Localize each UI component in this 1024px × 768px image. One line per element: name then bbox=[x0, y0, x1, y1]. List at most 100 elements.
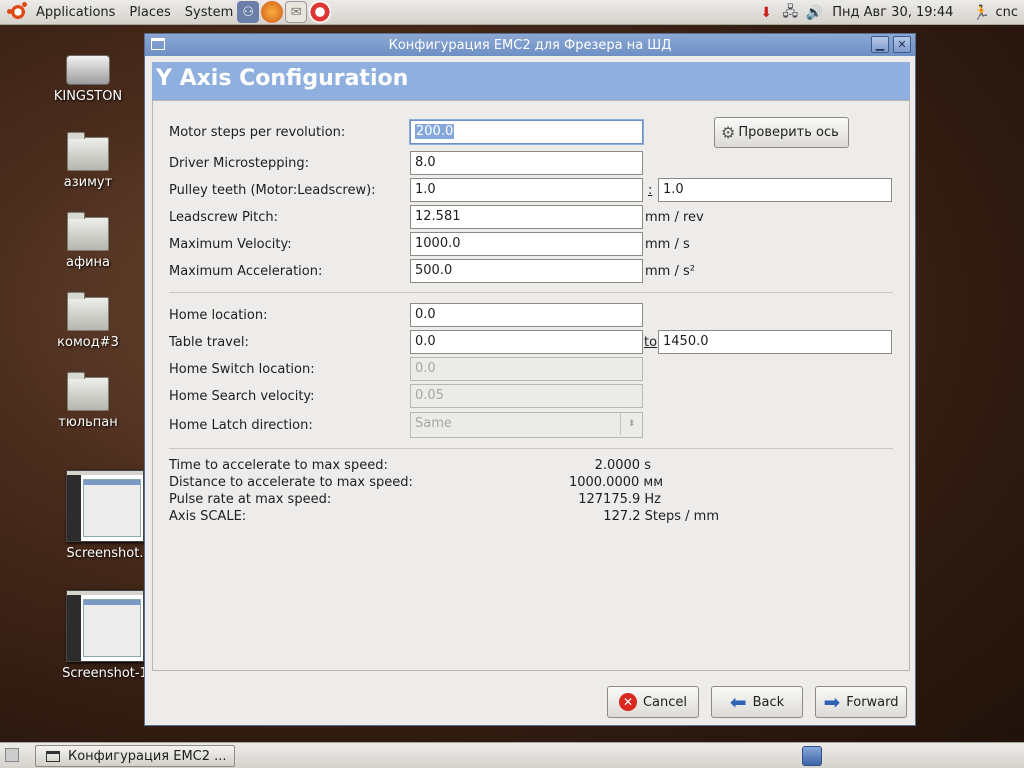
max-velocity-unit: mm / s bbox=[645, 237, 690, 252]
table-travel-to: to bbox=[644, 335, 658, 350]
separator bbox=[169, 448, 893, 449]
trash-icon[interactable] bbox=[802, 746, 822, 766]
desktop-icon-label: тюльпан bbox=[58, 415, 118, 430]
cancel-label: Cancel bbox=[642, 694, 688, 710]
config-window: Конфигурация EMC2 для Фрезера на ШД ▁ ✕ … bbox=[144, 33, 916, 726]
home-location-input[interactable]: 0.0 bbox=[410, 303, 643, 327]
taskbar-window-label: Конфигурация EMC2 ... bbox=[68, 748, 227, 764]
test-axis-button[interactable]: ⚙ Проверить ось bbox=[714, 117, 849, 148]
folder-icon bbox=[67, 292, 109, 331]
max-accel-label: Maximum Acceleration: bbox=[169, 264, 323, 279]
stat-label: Pulse rate at max speed: bbox=[169, 492, 332, 507]
desktop-icon-folder[interactable]: афина bbox=[28, 212, 148, 270]
home-search-label: Home Search velocity: bbox=[169, 389, 315, 404]
firefox-icon[interactable] bbox=[261, 1, 284, 23]
desktop-icon-folder[interactable]: азимут bbox=[28, 132, 148, 190]
arrow-left-icon: ⬅ bbox=[729, 690, 747, 714]
back-button[interactable]: ⬅ Back bbox=[711, 686, 803, 718]
desktop-icon-label: афина bbox=[66, 255, 110, 270]
user-name[interactable]: cnc bbox=[995, 5, 1018, 20]
drive-icon bbox=[66, 55, 110, 85]
axis-config-panel: Motor steps per revolution: 200.0 ⚙ Пров… bbox=[152, 100, 910, 671]
max-accel-input[interactable]: 500.0 bbox=[410, 259, 643, 283]
table-travel-max-input[interactable]: 1450.0 bbox=[658, 330, 892, 354]
separator bbox=[169, 292, 893, 293]
system-tray: ⬇ 🖧 🔊 Пнд Авг 30, 19:44 🏃 cnc bbox=[752, 0, 1018, 25]
screenshot-thumbnail-icon bbox=[66, 590, 144, 662]
folder-icon bbox=[67, 212, 109, 251]
motor-steps-value: 200.0 bbox=[415, 124, 455, 139]
volume-icon[interactable]: 🔊 bbox=[804, 3, 824, 23]
gears-icon: ⚙ bbox=[721, 123, 736, 142]
screenshot-thumbnail-icon bbox=[66, 470, 144, 542]
motor-steps-label: Motor steps per revolution: bbox=[169, 125, 346, 140]
max-velocity-input[interactable]: 1000.0 bbox=[410, 232, 643, 256]
cancel-icon: ✕ bbox=[618, 693, 637, 711]
section-title: Y Axis Configuration bbox=[152, 62, 910, 100]
max-velocity-label: Maximum Velocity: bbox=[169, 237, 292, 252]
stat-label: Distance to accelerate to max speed: bbox=[169, 475, 413, 490]
pulley-separator: : bbox=[648, 183, 653, 198]
home-latch-label: Home Latch direction: bbox=[169, 418, 313, 433]
clock[interactable]: Пнд Авг 30, 19:44 bbox=[832, 5, 953, 20]
home-location-label: Home location: bbox=[169, 308, 268, 323]
taskbar-window-button[interactable]: Конфигурация EMC2 ... bbox=[35, 745, 235, 767]
pulley-motor-input[interactable]: 1.0 bbox=[410, 178, 643, 202]
stat-value: 127.2 Steps / mm bbox=[603, 509, 719, 524]
menu-places[interactable]: Places bbox=[129, 5, 170, 20]
home-switch-label: Home Switch location: bbox=[169, 362, 315, 377]
leadscrew-unit: mm / rev bbox=[645, 210, 704, 225]
desktop-icon-label: комод#3 bbox=[57, 335, 119, 350]
home-latch-value: Same bbox=[415, 416, 452, 431]
home-latch-select[interactable]: Same ⬍ bbox=[410, 412, 643, 438]
home-switch-input[interactable]: 0.0 bbox=[410, 357, 643, 381]
desktop-icon-label: азимут bbox=[63, 175, 113, 190]
show-desktop-icon[interactable] bbox=[5, 748, 19, 762]
stat-value: 1000.0000 мм bbox=[568, 475, 663, 490]
stat-value: 2.0000 s bbox=[594, 458, 651, 473]
ubuntu-logo-icon[interactable] bbox=[7, 2, 28, 22]
menu-system[interactable]: System bbox=[185, 5, 233, 20]
microstepping-label: Driver Microstepping: bbox=[169, 156, 309, 171]
stat-label: Time to accelerate to max speed: bbox=[169, 458, 388, 473]
folder-icon bbox=[67, 132, 109, 171]
back-label: Back bbox=[752, 694, 785, 710]
motor-steps-input[interactable]: 200.0 bbox=[410, 120, 643, 144]
updown-arrow-icon: ⬍ bbox=[620, 413, 642, 435]
network-disconnected-icon[interactable]: 🖧 bbox=[780, 3, 800, 23]
network-launcher-icon[interactable]: ⚇ bbox=[237, 1, 260, 23]
leadscrew-label: Leadscrew Pitch: bbox=[169, 210, 279, 225]
stat-label: Axis SCALE: bbox=[169, 509, 247, 524]
window-menu-icon[interactable] bbox=[151, 38, 165, 50]
table-travel-label: Table travel: bbox=[169, 335, 249, 350]
update-notifier-icon[interactable]: ⬇ bbox=[756, 3, 776, 23]
window-titlebar[interactable]: Конфигурация EMC2 для Фрезера на ШД ▁ ✕ bbox=[145, 34, 915, 56]
desktop-icon-folder[interactable]: тюльпан bbox=[28, 372, 148, 430]
menu-applications[interactable]: Applications bbox=[36, 5, 115, 20]
table-travel-min-input[interactable]: 0.0 bbox=[410, 330, 643, 354]
pulley-label: Pulley teeth (Motor:Leadscrew): bbox=[169, 183, 376, 198]
test-axis-label: Проверить ось bbox=[738, 125, 839, 140]
desktop-icon-label: KINGSTON bbox=[53, 89, 123, 104]
mail-icon[interactable]: ✉ bbox=[285, 1, 308, 23]
folder-icon bbox=[67, 372, 109, 411]
window-title: Конфигурация EMC2 для Фрезера на ШД bbox=[388, 37, 672, 53]
forward-label: Forward bbox=[846, 694, 899, 710]
cancel-button[interactable]: ✕ Cancel bbox=[607, 686, 699, 718]
desktop-icon-kingston[interactable]: KINGSTON bbox=[28, 55, 148, 104]
microstepping-input[interactable]: 8.0 bbox=[410, 151, 643, 175]
close-button[interactable]: ✕ bbox=[893, 36, 911, 53]
top-panel: Applications Places System ⚇ ✉ ⬇ 🖧 🔊 Пнд… bbox=[0, 0, 1024, 25]
forward-button[interactable]: ➡ Forward bbox=[815, 686, 907, 718]
home-search-input[interactable]: 0.05 bbox=[410, 384, 643, 408]
bottom-panel: Конфигурация EMC2 ... bbox=[0, 742, 1024, 768]
pulley-leadscrew-input[interactable]: 1.0 bbox=[658, 178, 892, 202]
max-accel-unit: mm / s² bbox=[645, 264, 695, 279]
help-lifebuoy-icon[interactable] bbox=[309, 1, 332, 23]
user-switcher-icon[interactable]: 🏃 bbox=[971, 3, 991, 23]
desktop-icon-folder[interactable]: комод#3 bbox=[28, 292, 148, 350]
minimize-button[interactable]: ▁ bbox=[871, 36, 889, 53]
stat-value: 127175.9 Hz bbox=[578, 492, 661, 507]
leadscrew-input[interactable]: 12.581 bbox=[410, 205, 643, 229]
window-icon bbox=[46, 750, 60, 762]
